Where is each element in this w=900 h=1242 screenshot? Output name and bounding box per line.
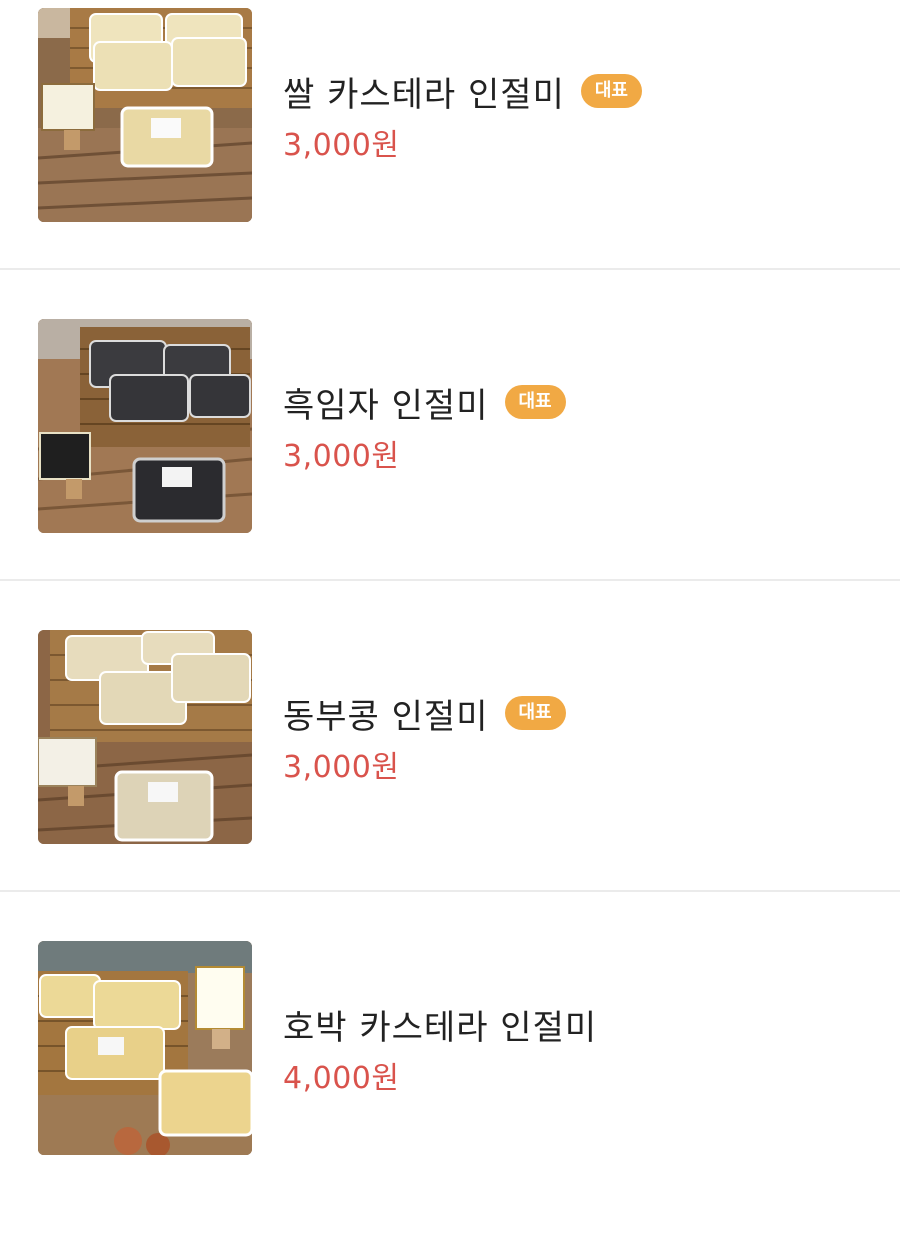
menu-item-photo [38,319,252,533]
divider [0,268,900,270]
menu-item-price: 3,000원 [283,128,400,163]
menu-item-name: 호박 카스테라 인절미 [283,1007,598,1048]
menu-item-price: 3,000원 [283,750,400,785]
menu-item-price: 4,000원 [283,1061,400,1096]
menu-item-photo [38,8,252,222]
menu-list: 쌀 카스테라 인절미 대표 3,000원 흑임자 인절미 대표 3,000원 동… [0,0,900,1172]
menu-item-info: 호박 카스테라 인절미 4,000원 [283,999,883,1097]
menu-item-name: 동부콩 인절미 [283,696,489,737]
menu-item-cowpea-injeolmi[interactable]: 동부콩 인절미 대표 3,000원 [0,620,900,931]
divider [0,579,900,581]
menu-item-price: 3,000원 [283,439,400,474]
menu-item-info: 동부콩 인절미 대표 3,000원 [283,688,883,786]
menu-item-name-row: 호박 카스테라 인절미 [283,999,883,1049]
menu-item-name: 쌀 카스테라 인절미 [283,74,565,115]
menu-item-info: 쌀 카스테라 인절미 대표 3,000원 [283,66,883,164]
menu-item-black-sesame-injeolmi[interactable]: 흑임자 인절미 대표 3,000원 [0,309,900,620]
signature-badge: 대표 [504,696,566,730]
menu-item-name-row: 동부콩 인절미 대표 [283,688,883,738]
menu-item-name: 흑임자 인절미 [283,385,489,426]
menu-item-rice-castella-injeolmi[interactable]: 쌀 카스테라 인절미 대표 3,000원 [0,0,900,309]
topping-fill [158,1069,252,1137]
menu-item-name-row: 흑임자 인절미 대표 [283,377,883,427]
menu-item-photo [38,941,252,1155]
menu-item-info: 흑임자 인절미 대표 3,000원 [283,377,883,475]
menu-item-pumpkin-castella-injeolmi[interactable]: 호박 카스테라 인절미 4,000원 [0,931,900,1242]
signature-badge: 대표 [504,385,566,419]
signature-badge: 대표 [580,74,642,108]
menu-item-name-row: 쌀 카스테라 인절미 대표 [283,66,883,116]
divider [0,890,900,892]
menu-item-photo [38,630,252,844]
